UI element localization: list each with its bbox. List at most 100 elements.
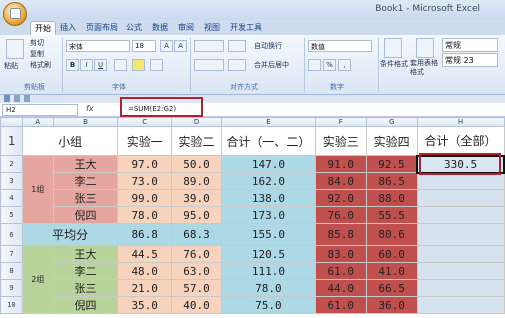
- tab-review[interactable]: 审阅: [174, 21, 198, 35]
- data-cell[interactable]: 162.0: [220, 172, 316, 190]
- data-cell[interactable]: [416, 189, 505, 207]
- data-cell[interactable]: 48.0: [117, 262, 173, 280]
- tab-insert[interactable]: 插入: [56, 21, 80, 35]
- data-cell[interactable]: [416, 245, 505, 263]
- data-cell[interactable]: 50.0: [171, 155, 222, 173]
- redo-icon[interactable]: [24, 95, 30, 102]
- column-header[interactable]: C: [117, 117, 173, 127]
- data-cell[interactable]: 40.0: [171, 296, 222, 314]
- column-header[interactable]: B: [52, 117, 119, 127]
- data-cell[interactable]: 36.0: [365, 296, 418, 314]
- data-cell[interactable]: 76.0: [314, 206, 367, 224]
- data-cell[interactable]: 63.0: [171, 262, 222, 280]
- header-cell[interactable]: 实验三: [314, 126, 367, 156]
- data-cell[interactable]: 138.0: [220, 189, 316, 207]
- name-cell[interactable]: 张三: [52, 279, 119, 297]
- data-cell[interactable]: 21.0: [117, 279, 173, 297]
- data-cell[interactable]: [416, 296, 505, 314]
- tab-home[interactable]: 开始: [30, 21, 56, 35]
- select-all-corner[interactable]: [0, 117, 23, 127]
- borders-icon[interactable]: [114, 59, 127, 71]
- header-cell[interactable]: 实验二: [171, 126, 222, 156]
- data-cell[interactable]: [416, 262, 505, 280]
- wrap-text-button[interactable]: 自动换行: [254, 41, 282, 51]
- name-cell[interactable]: 王大: [52, 245, 119, 263]
- data-cell[interactable]: 66.5: [365, 279, 418, 297]
- data-cell[interactable]: 85.8: [314, 223, 367, 246]
- tab-view[interactable]: 视图: [200, 21, 224, 35]
- data-cell[interactable]: [416, 223, 505, 246]
- number-format-select[interactable]: 数值: [308, 40, 372, 52]
- font-size-select[interactable]: 18: [132, 40, 156, 52]
- name-cell[interactable]: 张三: [52, 189, 119, 207]
- data-cell[interactable]: 147.0: [220, 155, 316, 173]
- data-cell[interactable]: 173.0: [220, 206, 316, 224]
- data-cell[interactable]: 111.0: [220, 262, 316, 280]
- data-cell[interactable]: 120.5: [220, 245, 316, 263]
- row-header[interactable]: 7: [0, 245, 23, 263]
- paste-icon[interactable]: [6, 39, 24, 59]
- font-name-select[interactable]: 宋体: [66, 40, 130, 52]
- data-cell[interactable]: 75.0: [220, 296, 316, 314]
- data-cell[interactable]: 78.0: [220, 279, 316, 297]
- format-painter-button[interactable]: 格式刷: [30, 60, 51, 70]
- paste-button[interactable]: 粘贴: [4, 61, 18, 71]
- data-cell[interactable]: 155.0: [220, 223, 316, 246]
- tab-data[interactable]: 数据: [148, 21, 172, 35]
- data-cell[interactable]: 86.8: [117, 223, 173, 246]
- table-format-button[interactable]: 套用表格格式: [410, 59, 440, 77]
- data-cell[interactable]: 57.0: [171, 279, 222, 297]
- row-header[interactable]: 1: [0, 126, 23, 156]
- group-cell[interactable]: 2组: [21, 245, 54, 314]
- bold-button[interactable]: B: [66, 59, 79, 71]
- data-cell[interactable]: 83.0: [314, 245, 367, 263]
- data-cell[interactable]: 92.5: [365, 155, 418, 173]
- cut-button[interactable]: 剪切: [30, 38, 44, 48]
- column-header[interactable]: F: [314, 117, 367, 127]
- percent-button[interactable]: %: [323, 59, 336, 71]
- data-cell[interactable]: 55.5: [365, 206, 418, 224]
- style-normal[interactable]: 常规: [442, 38, 498, 52]
- data-cell[interactable]: 84.0: [314, 172, 367, 190]
- row-header[interactable]: 4: [0, 189, 23, 207]
- fill-color-icon[interactable]: [132, 59, 145, 71]
- merge-center-button[interactable]: 合并后居中: [254, 60, 289, 70]
- data-cell[interactable]: 97.0: [117, 155, 173, 173]
- font-color-icon[interactable]: [150, 59, 163, 71]
- data-cell[interactable]: 44.0: [314, 279, 367, 297]
- data-cell[interactable]: 88.0: [365, 189, 418, 207]
- italic-button[interactable]: I: [80, 59, 93, 71]
- data-cell[interactable]: 60.0: [365, 245, 418, 263]
- data-cell[interactable]: 76.0: [171, 245, 222, 263]
- data-cell[interactable]: 91.0: [314, 155, 367, 173]
- name-box[interactable]: H2: [2, 104, 78, 116]
- data-cell[interactable]: 95.0: [171, 206, 222, 224]
- name-cell[interactable]: 倪四: [52, 206, 119, 224]
- data-cell[interactable]: [416, 279, 505, 297]
- grow-font-button[interactable]: A: [160, 40, 173, 52]
- header-cell[interactable]: 实验四: [365, 126, 418, 156]
- column-header[interactable]: A: [21, 117, 54, 127]
- group-cell[interactable]: 1组: [21, 155, 54, 224]
- orientation-icon[interactable]: [228, 40, 246, 52]
- name-cell[interactable]: 倪四: [52, 296, 119, 314]
- row-header[interactable]: 2: [0, 155, 23, 173]
- header-cell[interactable]: 小组: [21, 126, 119, 156]
- table-format-icon[interactable]: [416, 38, 434, 58]
- indent-icon[interactable]: [228, 59, 246, 71]
- header-cell[interactable]: 合计（全部）: [416, 126, 505, 156]
- column-header[interactable]: D: [171, 117, 222, 127]
- header-cell[interactable]: 实验一: [117, 126, 173, 156]
- data-cell[interactable]: 44.5: [117, 245, 173, 263]
- name-cell[interactable]: 李二: [52, 262, 119, 280]
- data-cell[interactable]: 41.0: [365, 262, 418, 280]
- shrink-font-button[interactable]: A: [174, 40, 187, 52]
- row-header[interactable]: 10: [0, 296, 23, 314]
- data-cell[interactable]: 61.0: [314, 296, 367, 314]
- undo-icon[interactable]: [14, 95, 20, 102]
- data-cell[interactable]: 35.0: [117, 296, 173, 314]
- align-left-icon[interactable]: [194, 59, 224, 71]
- data-cell[interactable]: 80.6: [365, 223, 418, 246]
- tab-formulas[interactable]: 公式: [122, 21, 146, 35]
- name-cell[interactable]: 王大: [52, 155, 119, 173]
